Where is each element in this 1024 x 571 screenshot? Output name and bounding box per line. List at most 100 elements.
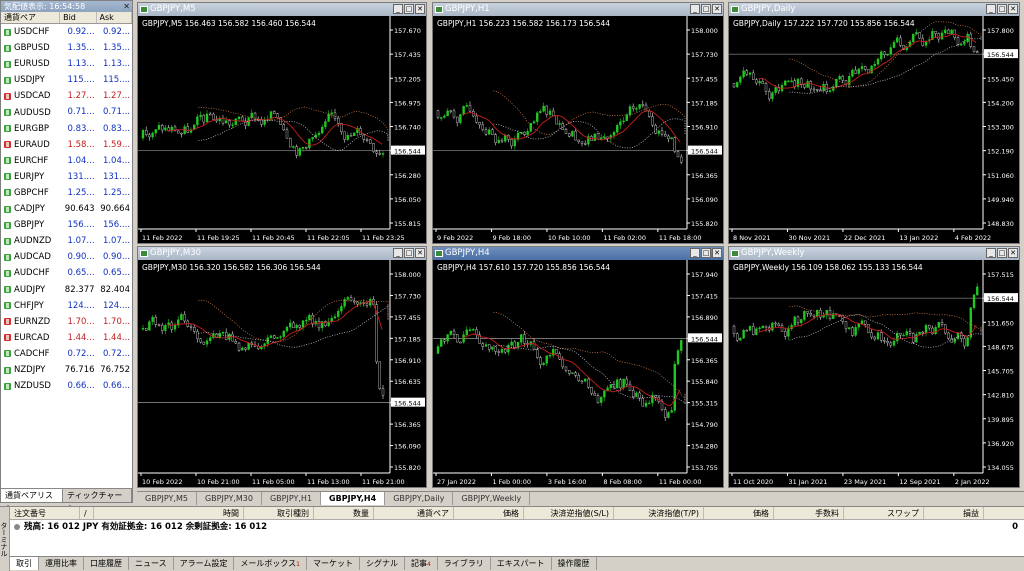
tab-tick-chart[interactable]: ティックチャート [63, 489, 132, 513]
col-ask[interactable]: Ask [97, 12, 132, 23]
close-button[interactable]: ✕ [415, 248, 425, 258]
chart-plot[interactable]: 157.670 157.435 157.205 156.975 156.740 156.5… [138, 16, 426, 243]
terminal-tab[interactable]: ニュース [129, 557, 174, 570]
market-row[interactable]: USDJPY 115.... 115.... [1, 72, 132, 88]
terminal-tab[interactable]: アラーム設定 [174, 557, 235, 570]
terminal-col-header[interactable]: スワップ [844, 507, 924, 519]
terminal-tab[interactable]: メールボックス1 [234, 557, 307, 570]
chart-window[interactable]: GBPJPY,M5 _ □ ✕ 157.670 157.435 157.205 156.97… [137, 2, 427, 244]
chart-canvas[interactable]: 157.670 157.435 157.205 156.975 156.740 156.5… [138, 16, 426, 243]
market-row[interactable]: AUDCAD 0.90... 0.90... [1, 249, 132, 265]
close-button[interactable]: ✕ [712, 248, 722, 258]
market-row[interactable]: AUDNZD 1.07... 1.07... [1, 233, 132, 249]
market-row[interactable]: EURCHF 1.04... 1.04... [1, 153, 132, 169]
terminal-col-header[interactable]: 数量 [314, 507, 374, 519]
market-row[interactable]: EURNZD 1.70... 1.70... [1, 314, 132, 330]
minimize-button[interactable]: _ [393, 248, 403, 258]
terminal-col-header[interactable]: 取引種別 [244, 507, 314, 519]
market-row[interactable]: AUDCHF 0.65... 0.65... [1, 265, 132, 281]
minimize-button[interactable]: _ [690, 4, 700, 14]
maximize-button[interactable]: □ [404, 248, 414, 258]
chart-window[interactable]: GBPJPY,Daily _ □ ✕ 157.800 156.544 155.450 154… [728, 2, 1020, 244]
minimize-button[interactable]: _ [690, 248, 700, 258]
chart-tab[interactable]: GBPJPY,Weekly [453, 492, 531, 505]
close-button[interactable]: ✕ [1008, 248, 1018, 258]
maximize-button[interactable]: □ [997, 4, 1007, 14]
chart-window-title[interactable]: GBPJPY,H4 _ □ ✕ [433, 247, 723, 260]
terminal-col-header[interactable]: 通貨ペア [374, 507, 454, 519]
terminal-tab[interactable]: エキスパート [491, 557, 552, 570]
chart-window-title[interactable]: GBPJPY,Weekly _ □ ✕ [729, 247, 1019, 260]
minimize-button[interactable]: _ [986, 248, 996, 258]
market-row[interactable]: EURCAD 1.44... 1.44... [1, 330, 132, 346]
terminal-tab[interactable]: マーケット [307, 557, 360, 570]
market-row[interactable]: AUDUSD 0.71... 0.71... [1, 104, 132, 120]
market-row[interactable]: GBPJPY 156.... 156.... [1, 217, 132, 233]
chart-tab[interactable]: GBPJPY,Daily [385, 492, 454, 505]
chart-window[interactable]: GBPJPY,H1 _ □ ✕ 158.000 157.730 157.455 157.18… [432, 2, 724, 244]
terminal-col-header[interactable]: 価格 [704, 507, 774, 519]
market-row[interactable]: NZDJPY 76.716 76.752 [1, 362, 132, 378]
chart-canvas[interactable]: 158.000 157.730 157.455 157.185 156.910 156.5… [433, 16, 723, 243]
market-row[interactable]: USDCHF 0.92... 0.92... [1, 24, 132, 40]
chart-tab[interactable]: GBPJPY,H4 [321, 492, 386, 505]
chart-plot[interactable]: 158.000 157.730 157.455 157.185 156.910 156.5… [433, 16, 723, 243]
market-row[interactable]: CHFJPY 124.... 124.... [1, 298, 132, 314]
chart-canvas[interactable]: 157.940 157.415 156.890 156.544 156.365 155.8… [433, 260, 723, 487]
terminal-col-header[interactable]: 価格 [454, 507, 524, 519]
terminal-col-header[interactable]: 決済逆指値(S/L) [524, 507, 614, 519]
chart-tab[interactable]: GBPJPY,M30 [197, 492, 262, 505]
balance-row[interactable]: 残高: 16 012 JPY 有効証拠金: 16 012 余剰証拠金: 16 0… [10, 520, 1024, 534]
terminal-col-header[interactable]: / [80, 507, 94, 519]
terminal-col-header[interactable]: 手数料 [774, 507, 844, 519]
col-bid[interactable]: Bid [60, 12, 97, 23]
terminal-col-header[interactable]: 時間 [94, 507, 244, 519]
market-row[interactable]: EURAUD 1.58... 1.59... [1, 137, 132, 153]
close-button[interactable]: ✕ [1008, 4, 1018, 14]
chart-tab[interactable]: GBPJPY,M5 [137, 492, 197, 505]
close-button[interactable]: ✕ [415, 4, 425, 14]
minimize-button[interactable]: _ [393, 4, 403, 14]
terminal-tab[interactable]: ライブラリ [438, 557, 491, 570]
market-row[interactable]: USDCAD 1.27... 1.27... [1, 88, 132, 104]
market-row[interactable]: EURUSD 1.13... 1.13... [1, 56, 132, 72]
chart-canvas[interactable]: 157.515 156.544 151.650 148.675 145.705 142.8… [729, 260, 1019, 487]
close-icon[interactable]: ✕ [123, 1, 130, 12]
market-row[interactable]: EURJPY 131.... 131.... [1, 169, 132, 185]
chart-window[interactable]: GBPJPY,M30 _ □ ✕ 158.000 157.730 157.455 157.1… [137, 246, 427, 488]
chart-plot[interactable]: 158.000 157.730 157.455 157.185 156.910 156.6… [138, 260, 426, 487]
col-symbol[interactable]: 通貨ペア [1, 12, 61, 23]
market-row[interactable]: CADCHF 0.72... 0.72... [1, 346, 132, 362]
tab-symbol-list[interactable]: 通貨ペアリスト [1, 489, 63, 513]
chart-plot[interactable]: 157.515 156.544 151.650 148.675 145.705 142.8… [729, 260, 1019, 487]
chart-canvas[interactable]: 157.800 156.544 155.450 154.200 153.300 152.1… [729, 16, 1019, 243]
chart-window-title[interactable]: GBPJPY,H1 _ □ ✕ [433, 3, 723, 16]
maximize-button[interactable]: □ [404, 4, 414, 14]
chart-plot[interactable]: 157.800 156.544 155.450 154.200 153.300 152.1… [729, 16, 1019, 243]
market-row[interactable]: CADJPY 90.643 90.664 [1, 201, 132, 217]
terminal-tab[interactable]: 運用比率 [39, 557, 84, 570]
terminal-tab[interactable]: シグナル [360, 557, 405, 570]
maximize-button[interactable]: □ [701, 248, 711, 258]
market-row[interactable]: AUDJPY 82.377 82.404 [1, 282, 132, 298]
chart-tab[interactable]: GBPJPY,H1 [262, 492, 322, 505]
terminal-tab[interactable]: 口座履歴 [84, 557, 129, 570]
chart-canvas[interactable]: 158.000 157.730 157.455 157.185 156.910 156.6… [138, 260, 426, 487]
chart-window-title[interactable]: GBPJPY,M5 _ □ ✕ [138, 3, 426, 16]
minimize-button[interactable]: _ [986, 4, 996, 14]
chart-window[interactable]: GBPJPY,H4 _ □ ✕ 157.940 157.415 156.890 156.54… [432, 246, 724, 488]
terminal-col-header[interactable]: 決済指値(T/P) [614, 507, 704, 519]
maximize-button[interactable]: □ [997, 248, 1007, 258]
market-row[interactable]: EURGBP 0.83... 0.83... [1, 121, 132, 137]
chart-window-title[interactable]: GBPJPY,Daily _ □ ✕ [729, 3, 1019, 16]
chart-window-title[interactable]: GBPJPY,M30 _ □ ✕ [138, 247, 426, 260]
maximize-button[interactable]: □ [701, 4, 711, 14]
market-row[interactable]: GBPUSD 1.35... 1.35... [1, 40, 132, 56]
terminal-col-header[interactable]: 損益 [924, 507, 984, 519]
market-row[interactable]: GBPCHF 1.25... 1.25... [1, 185, 132, 201]
chart-window[interactable]: GBPJPY,Weekly _ □ ✕ 157.515 156.544 151.650 14… [728, 246, 1020, 488]
terminal-col-header[interactable]: 注文番号 [10, 507, 80, 519]
terminal-tab[interactable]: 操作履歴 [552, 557, 597, 570]
market-row[interactable]: NZDUSD 0.66... 0.66... [1, 378, 132, 394]
terminal-tab[interactable]: 記事4 [405, 557, 438, 570]
